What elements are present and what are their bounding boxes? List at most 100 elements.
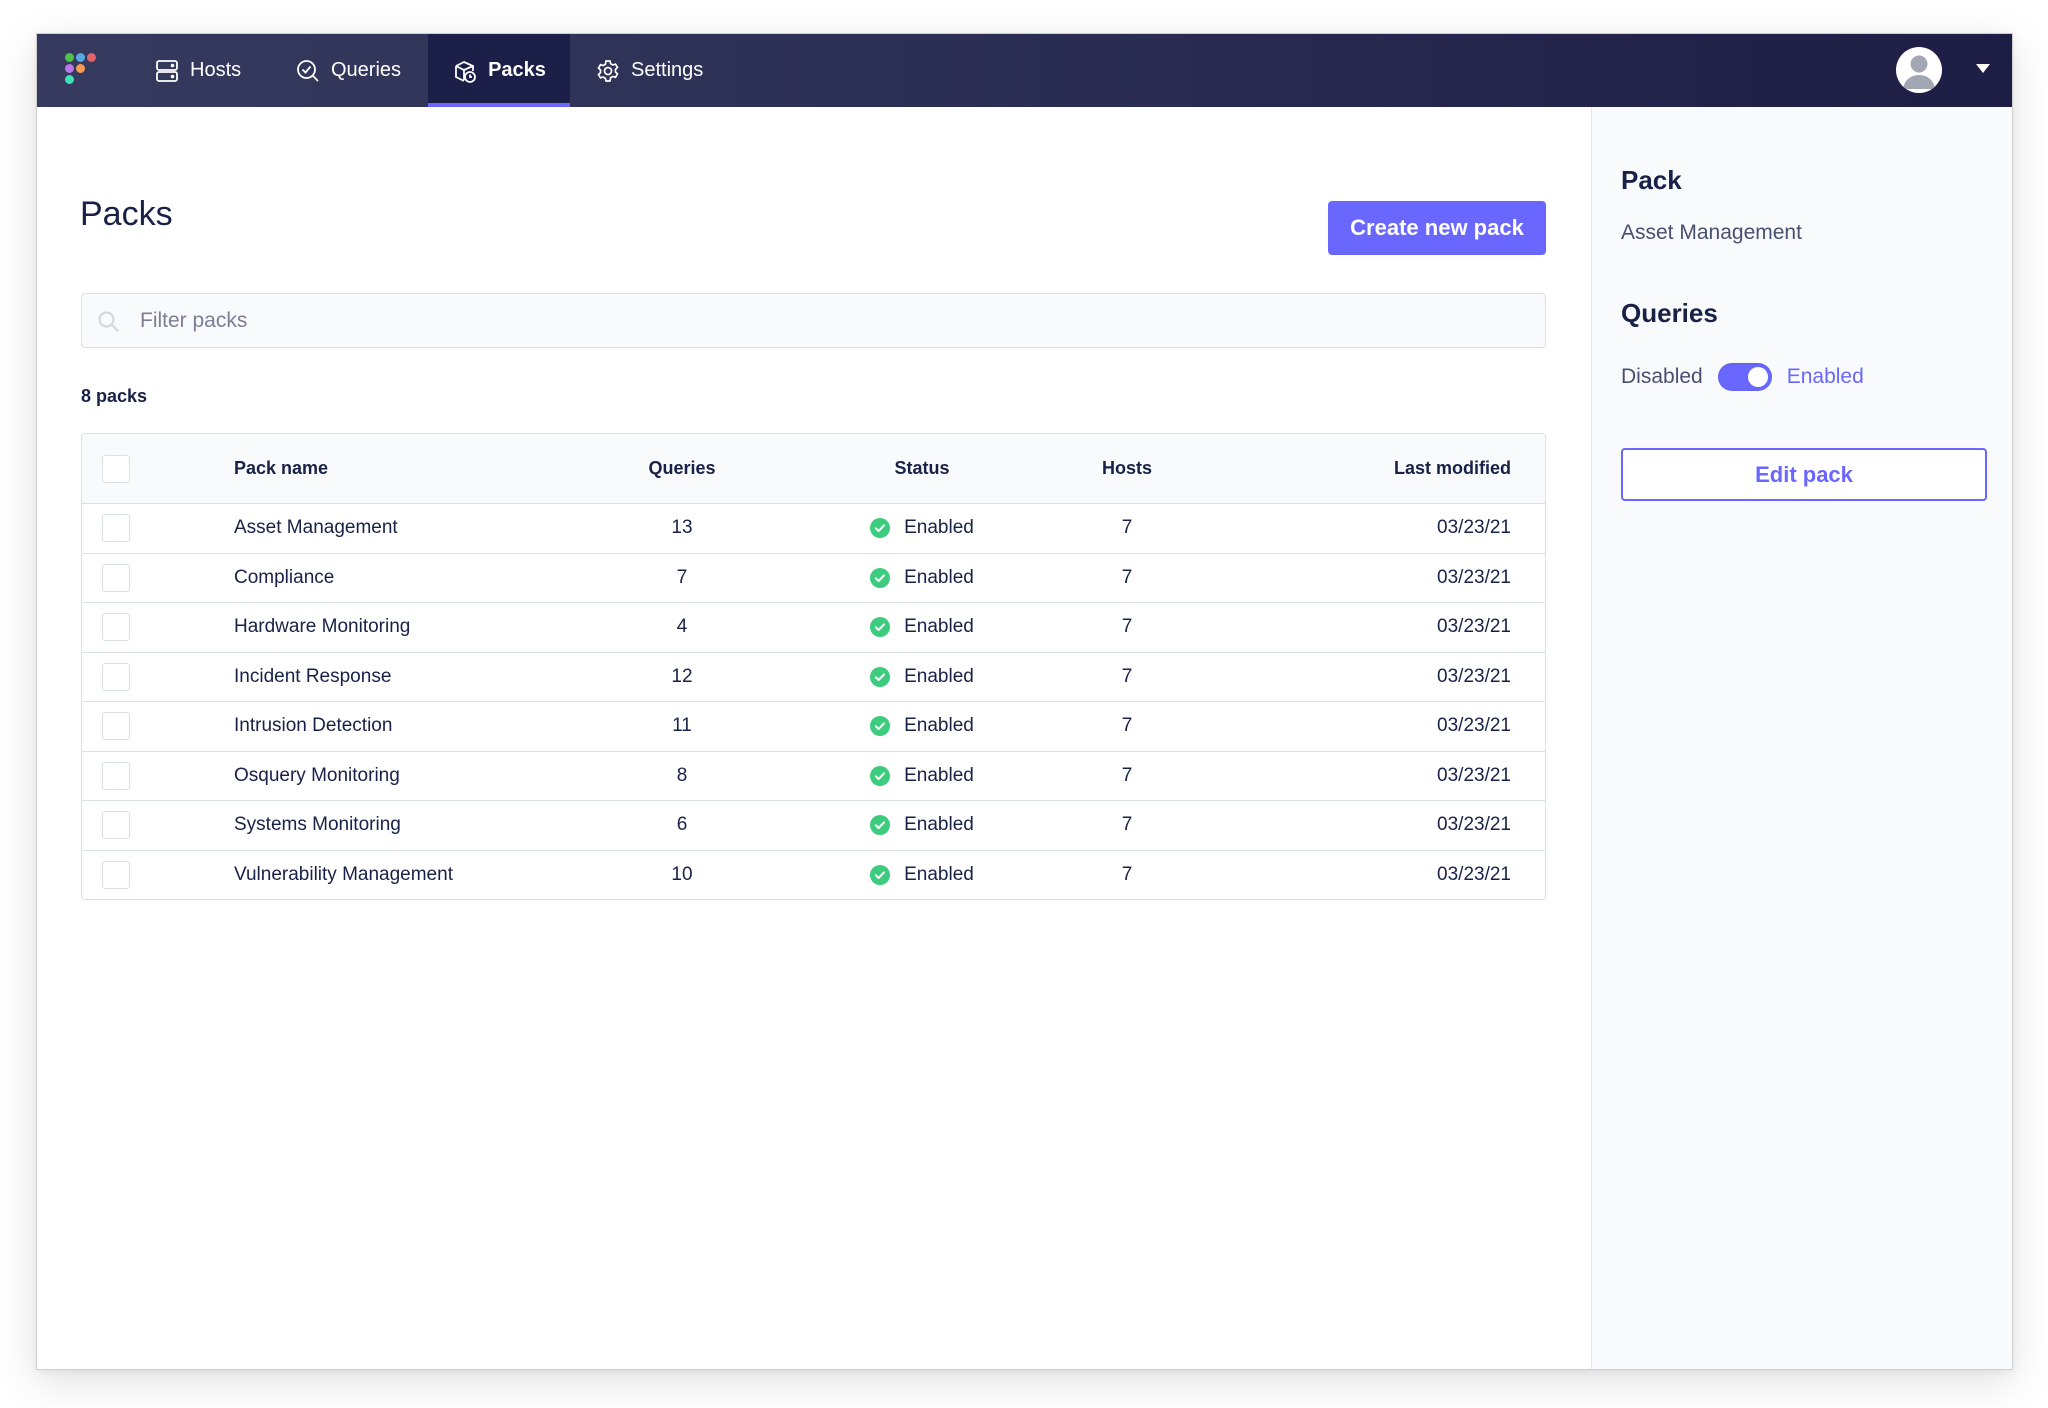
table-row[interactable]: Intrusion Detection 11 Enabled 7 03/23/21 (82, 701, 1545, 751)
queries-enabled-toggle[interactable] (1717, 363, 1772, 391)
create-new-pack-button[interactable]: Create new pack (1328, 201, 1546, 255)
row-checkbox[interactable] (102, 514, 130, 543)
row-checkbox[interactable] (102, 761, 130, 790)
edit-pack-button[interactable]: Edit pack (1621, 448, 1987, 501)
row-checkbox[interactable] (102, 712, 130, 741)
selected-pack-name: Asset Management (1621, 221, 1802, 244)
fleet-logo-icon[interactable] (65, 53, 99, 89)
table-row[interactable]: Osquery Monitoring 8 Enabled 7 03/23/21 (82, 750, 1545, 801)
check-circle-icon (870, 815, 891, 836)
pack-name-cell[interactable]: Hardware Monitoring (234, 603, 410, 652)
last-modified-cell: 03/23/21 (1437, 517, 1511, 539)
check-circle-icon (870, 666, 891, 687)
pack-name-cell[interactable]: Compliance (234, 554, 334, 603)
nav-label-packs: Packs (488, 59, 546, 81)
packs-table: Pack name Queries Status Hosts Last modi… (81, 433, 1546, 900)
table-row[interactable]: Hardware Monitoring 4 Enabled 7 03/23/21 (82, 602, 1545, 652)
row-checkbox[interactable] (102, 662, 130, 691)
status-cell: Enabled (822, 752, 1022, 801)
queries-count-cell: 4 (676, 616, 688, 638)
filter-packs-input[interactable] (140, 294, 1530, 347)
toggle-enabled-label: Enabled (1786, 365, 1864, 388)
queries-icon (297, 59, 319, 81)
queries-toggle-row: Disabled Enabled (1621, 363, 1864, 391)
settings-icon (597, 59, 619, 82)
table-row[interactable]: Compliance 7 Enabled 7 03/23/21 (82, 552, 1545, 603)
status-cell: Enabled (822, 504, 1022, 553)
queries-count-cell: 6 (676, 814, 688, 836)
select-all-checkbox[interactable] (102, 454, 130, 483)
hosts-count-cell: 7 (1121, 517, 1133, 539)
table-row[interactable]: Vulnerability Management 10 Enabled 7 03/23/… (82, 849, 1545, 900)
main-content: Packs Create new pack 8 packs Pack name … (37, 107, 1591, 1369)
check-circle-icon (870, 617, 891, 638)
check-circle-icon (870, 864, 891, 885)
column-header-pack-name[interactable]: Pack name (234, 434, 328, 503)
table-row[interactable]: Asset Management 13 Enabled 7 03/23/21 (82, 503, 1545, 553)
queries-count-cell: 10 (671, 863, 693, 885)
check-circle-icon (870, 518, 891, 539)
last-modified-cell: 03/23/21 (1437, 566, 1511, 588)
last-modified-cell: 03/23/21 (1437, 814, 1511, 836)
status-label: Enabled (904, 616, 974, 638)
nav-label-hosts: Hosts (190, 59, 242, 81)
last-modified-cell: 03/23/21 (1437, 665, 1511, 687)
queries-count-cell: 11 (672, 715, 692, 737)
table-row[interactable]: Systems Monitoring 6 Enabled 7 03/23/21 (82, 800, 1545, 850)
packs-count: 8 packs (81, 386, 148, 406)
page-title: Packs (80, 195, 173, 233)
status-label: Enabled (904, 863, 974, 885)
column-header-status[interactable]: Status (822, 434, 1022, 503)
row-checkbox[interactable] (102, 563, 130, 592)
filter-packs-field[interactable] (81, 293, 1546, 348)
nav-item-settings[interactable]: Settings (595, 34, 703, 107)
queries-count-cell: 12 (671, 665, 693, 687)
queries-count-cell: 7 (676, 566, 688, 588)
user-avatar[interactable] (1896, 47, 1942, 93)
status-cell: Enabled (822, 653, 1022, 702)
pack-name-cell[interactable]: Systems Monitoring (234, 801, 401, 850)
pack-name-cell[interactable]: Asset Management (234, 504, 398, 553)
status-label: Enabled (904, 814, 974, 836)
packs-icon (455, 60, 476, 83)
pack-name-cell[interactable]: Incident Response (234, 653, 391, 702)
check-circle-icon (870, 567, 891, 588)
status-cell: Enabled (822, 702, 1022, 751)
nav-label-queries: Queries (331, 59, 402, 81)
column-header-last-modified[interactable]: Last modified (1394, 434, 1511, 503)
column-header-hosts[interactable]: Hosts (1047, 434, 1207, 503)
last-modified-cell: 03/23/21 (1437, 863, 1511, 885)
hosts-count-cell: 7 (1121, 764, 1133, 786)
status-label: Enabled (904, 566, 974, 588)
nav-item-packs[interactable]: Packs (428, 34, 570, 107)
check-circle-icon (870, 716, 891, 737)
user-avatar-icon (1903, 55, 1935, 89)
last-modified-cell: 03/23/21 (1437, 616, 1511, 638)
pack-name-cell[interactable]: Vulnerability Management (234, 851, 453, 900)
hosts-count-cell: 7 (1121, 814, 1133, 836)
nav-item-queries[interactable]: Queries (295, 34, 401, 107)
row-checkbox[interactable] (102, 860, 130, 889)
check-circle-icon (870, 765, 891, 786)
user-menu-caret-icon[interactable] (1976, 64, 1990, 73)
row-checkbox[interactable] (102, 811, 130, 840)
pack-name-cell[interactable]: Osquery Monitoring (234, 752, 400, 801)
last-modified-cell: 03/23/21 (1437, 715, 1511, 737)
hosts-count-cell: 7 (1121, 665, 1133, 687)
queries-count-cell: 13 (671, 517, 693, 539)
hosts-count-cell: 7 (1121, 616, 1133, 638)
hosts-count-cell: 7 (1121, 566, 1133, 588)
row-checkbox[interactable] (102, 613, 130, 642)
column-header-queries[interactable]: Queries (602, 434, 762, 503)
pack-details-sidebar: Pack Asset Management Queries Disabled E… (1591, 107, 2012, 1369)
nav-item-hosts[interactable]: Hosts (154, 34, 241, 107)
status-label: Enabled (904, 764, 974, 786)
hosts-icon (156, 59, 178, 82)
toggle-knob (1747, 367, 1768, 387)
pack-name-cell[interactable]: Intrusion Detection (234, 702, 392, 751)
hosts-count-cell: 7 (1121, 715, 1133, 737)
status-label: Enabled (904, 517, 974, 539)
pack-heading: Pack (1621, 165, 1682, 195)
status-cell: Enabled (822, 801, 1022, 850)
table-row[interactable]: Incident Response 12 Enabled 7 03/23/21 (82, 651, 1545, 702)
